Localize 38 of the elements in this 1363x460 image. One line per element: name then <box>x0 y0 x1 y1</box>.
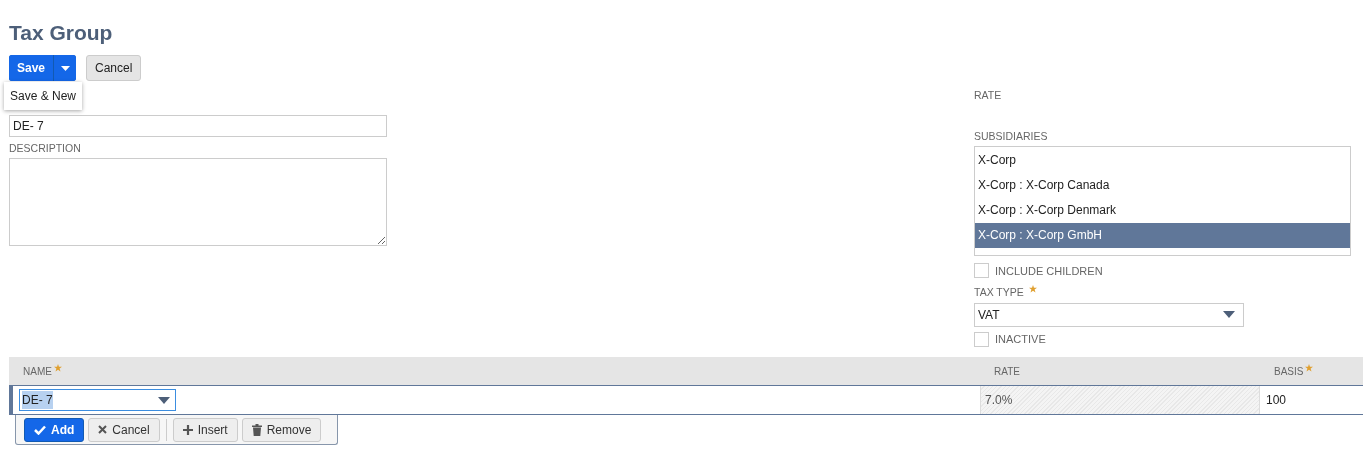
table-cell-text: 100 <box>1265 392 1288 410</box>
plus-icon <box>182 424 193 435</box>
close-icon <box>98 425 108 435</box>
caret-icon <box>1223 311 1235 319</box>
checkbox[interactable] <box>974 331 989 347</box>
list-item[interactable]: X-Corp : X-Corp Denmark <box>975 197 1350 223</box>
field-label: SUBSIDIARIES <box>974 128 1049 144</box>
checkbox[interactable] <box>974 263 989 279</box>
menu-item[interactable]: Save & New <box>4 84 83 108</box>
name-field[interactable]: DE- 7 <box>9 115 387 137</box>
name-dropdown[interactable]: DE- 7 <box>19 389 176 412</box>
column-header: BASIS <box>1274 364 1304 379</box>
cancel-button[interactable]: Cancel <box>86 55 142 81</box>
cancel-button[interactable]: Cancel <box>88 417 160 442</box>
subsidiaries-list[interactable]: X-Corp X-Corp : X-Corp Canada X-Corp : X-Corp Denmark X-Corp : X-Corp GmbH <box>974 145 1351 256</box>
add-button[interactable]: Add <box>24 417 85 442</box>
list-item[interactable]: X-Corp <box>975 147 1350 173</box>
field-label: TAX TYPE <box>974 285 1024 300</box>
list-item[interactable]: X-Corp : X-Corp GmbH <box>975 222 1350 248</box>
column-header: RATE <box>994 364 1020 379</box>
save-button[interactable]: Save <box>9 55 54 81</box>
table-cell: 7.0% <box>980 386 1260 415</box>
page-title: Tax Group <box>9 20 114 46</box>
checkbox-label: INCLUDE CHILDREN <box>995 263 1103 279</box>
trash-icon <box>251 423 262 436</box>
column-header: NAME <box>23 364 52 379</box>
caret-icon <box>158 396 170 404</box>
insert-button[interactable]: Insert <box>172 417 238 442</box>
field-label: RATE <box>974 88 1003 103</box>
description-field[interactable] <box>9 157 387 246</box>
save-menu-button[interactable] <box>54 55 77 81</box>
checkbox-label: INACTIVE <box>995 331 1046 347</box>
caret-icon <box>60 65 70 71</box>
tax-type-dropdown[interactable]: VAT <box>974 302 1244 327</box>
list-item[interactable]: X-Corp : X-Corp Canada <box>975 172 1350 198</box>
remove-button[interactable]: Remove <box>241 417 322 442</box>
check-icon <box>34 424 46 435</box>
field-label: DESCRIPTION <box>9 141 82 156</box>
